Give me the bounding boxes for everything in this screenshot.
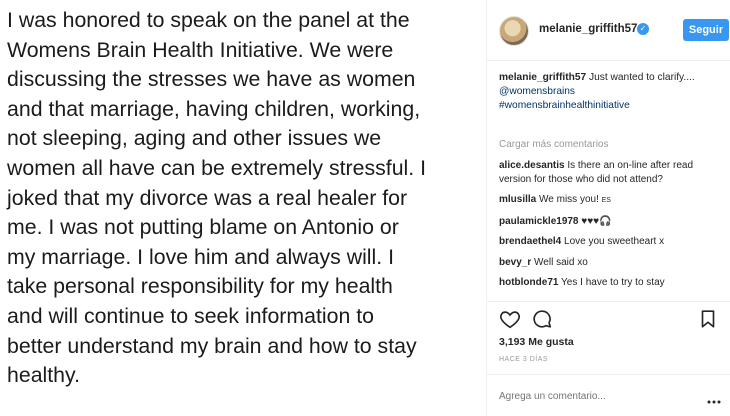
post-caption: melanie_griffith57 Just wanted to clarif… [499, 71, 699, 113]
actions-divider [487, 301, 730, 302]
avatar[interactable] [499, 16, 529, 46]
comment-text: Yes I have to try to stay [558, 277, 665, 288]
comments-list: alice.desantis Is there an on-line after… [499, 159, 699, 297]
comment-item: mlusilla We miss you! ES [499, 193, 699, 208]
header-username[interactable]: melanie_griffith57 [539, 23, 637, 35]
post-image-text: I was honored to speak on the panel at t… [7, 8, 427, 388]
comment-item: brendaethel4 Love you sweetheart x [499, 235, 699, 249]
caption-mention[interactable]: @womensbrains [499, 85, 699, 99]
like-count[interactable]: 3,193 Me gusta [499, 336, 574, 348]
caption-hashtag[interactable]: #womensbrainhealthinitiative [499, 99, 699, 113]
load-more-comments[interactable]: Cargar más comentarios [499, 139, 608, 150]
post-header: melanie_griffith57 ✓ Seguir [487, 0, 730, 61]
caption-text: Just wanted to clarify.... [586, 72, 695, 83]
comment-item: hotblonde71 Yes I have to try to stay [499, 276, 699, 290]
follow-button[interactable]: Seguir [683, 19, 729, 41]
verified-badge-icon: ✓ [637, 23, 649, 35]
comment-username[interactable]: mlusilla [499, 194, 536, 205]
more-options-icon[interactable] [707, 392, 721, 404]
comment-username[interactable]: brendaethel4 [499, 236, 561, 247]
add-comment-input[interactable] [499, 385, 699, 407]
comment-username[interactable]: paulamickle1978 [499, 216, 579, 227]
flag-label: ES [601, 197, 611, 204]
comment-item: paulamickle1978 ♥♥♥🎧 [499, 215, 699, 229]
post-image: I was honored to speak on the panel at t… [0, 0, 486, 416]
comment-text: Well said xo [531, 256, 588, 268]
comment-bubble-icon[interactable] [531, 308, 553, 330]
comment-username[interactable]: hotblonde71 [499, 277, 558, 288]
post-side-panel: melanie_griffith57 ✓ Seguir melanie_grif… [486, 0, 730, 416]
comment-text: ♥♥♥🎧 [578, 215, 612, 227]
comment-username[interactable]: bevy_r [499, 257, 531, 268]
post-actions [497, 308, 730, 330]
comment-item: alice.desantis Is there an on-line after… [499, 159, 699, 186]
comment-item: bevy_r Well said xo [499, 256, 699, 270]
heart-icon[interactable] [499, 308, 521, 330]
bookmark-icon[interactable] [697, 308, 719, 330]
comment-divider [487, 374, 730, 375]
caption-username[interactable]: melanie_griffith57 [499, 72, 586, 83]
post-timestamp: HACE 3 DÍAS [499, 356, 549, 363]
comment-username[interactable]: alice.desantis [499, 160, 565, 171]
comment-text: We miss you! [536, 194, 602, 205]
comment-text: Love you sweetheart x [561, 236, 665, 247]
